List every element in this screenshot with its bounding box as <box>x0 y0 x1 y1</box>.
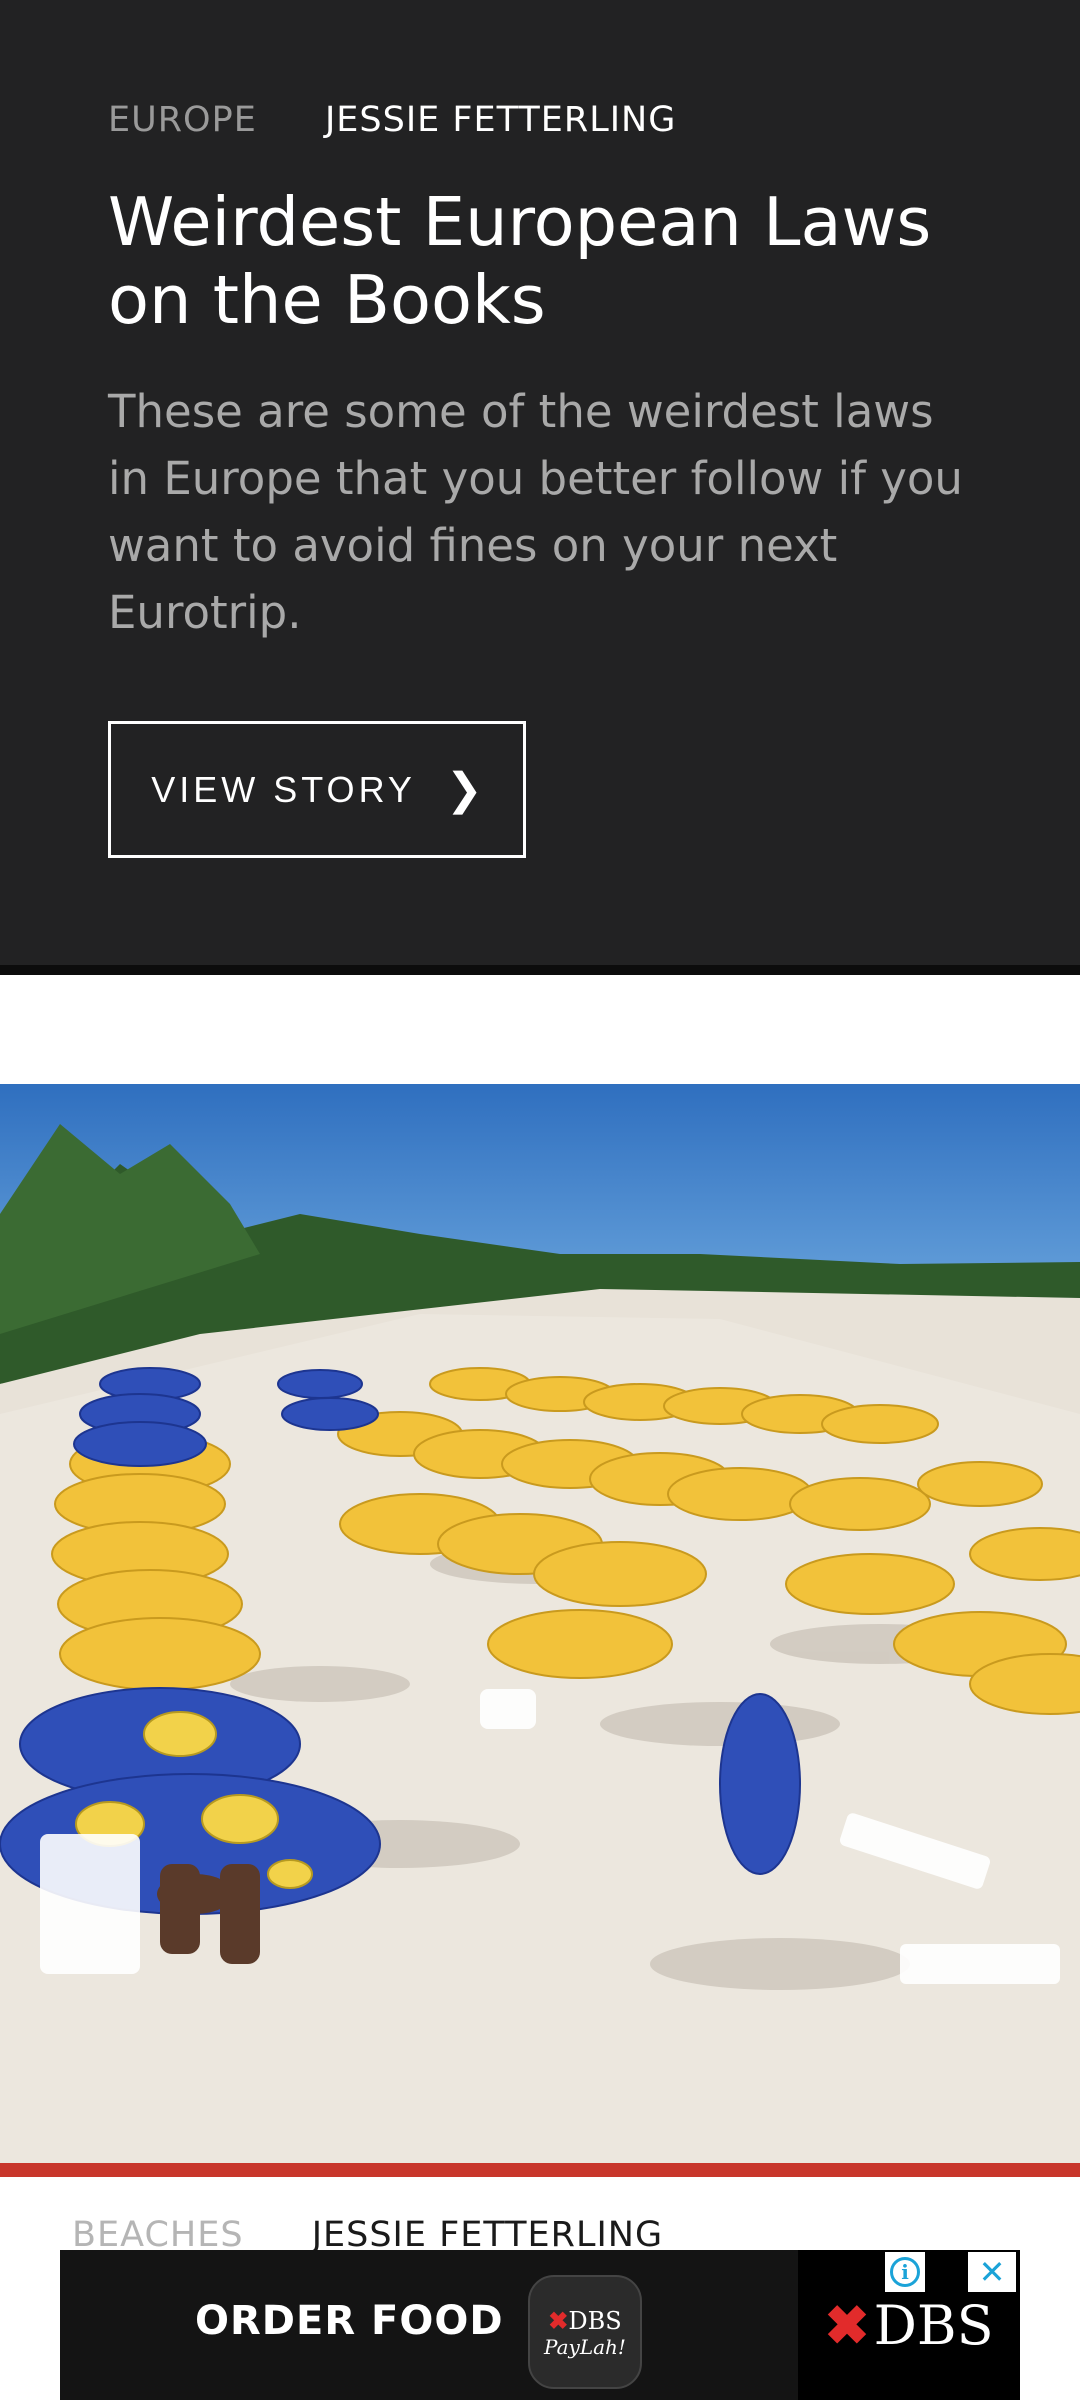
chevron-right-icon: ❯ <box>445 765 483 814</box>
story-title[interactable]: Weirdest European Laws on the Books <box>108 183 1008 339</box>
ad-banner[interactable]: ORDER FOOD ✖DBS PayLah! ✖ DBS <box>60 2250 1020 2400</box>
beach-story-image[interactable] <box>0 1084 1080 2163</box>
ad-headline: ORDER FOOD <box>195 2298 504 2344</box>
paylah-label: PayLah! <box>544 2334 626 2359</box>
story-divider <box>0 2163 1080 2177</box>
close-icon[interactable]: ✕ <box>968 2252 1016 2292</box>
paylah-app-logo: ✖DBS PayLah! <box>528 2275 642 2389</box>
view-story-button[interactable]: VIEW STORY ❯ <box>108 721 526 858</box>
story-description: These are some of the weirdest laws in E… <box>108 385 963 639</box>
next-story-meta: BEACHES JESSIE FETTERLING <box>72 2215 663 2255</box>
info-icon[interactable]: i <box>885 2252 925 2292</box>
category-link[interactable]: EUROPE <box>108 100 257 140</box>
author-link[interactable]: JESSIE FETTERLING <box>325 100 676 140</box>
story-meta: EUROPE JESSIE FETTERLING <box>108 100 676 140</box>
paylah-brand: ✖DBS <box>548 2305 622 2335</box>
category-link[interactable]: BEACHES <box>72 2215 244 2255</box>
view-story-label: VIEW STORY <box>151 768 416 810</box>
beach-umbrellas-illustration <box>0 1084 1080 2163</box>
featured-story-card: EUROPE JESSIE FETTERLING Weirdest Europe… <box>0 0 1080 975</box>
author-link[interactable]: JESSIE FETTERLING <box>312 2215 663 2255</box>
